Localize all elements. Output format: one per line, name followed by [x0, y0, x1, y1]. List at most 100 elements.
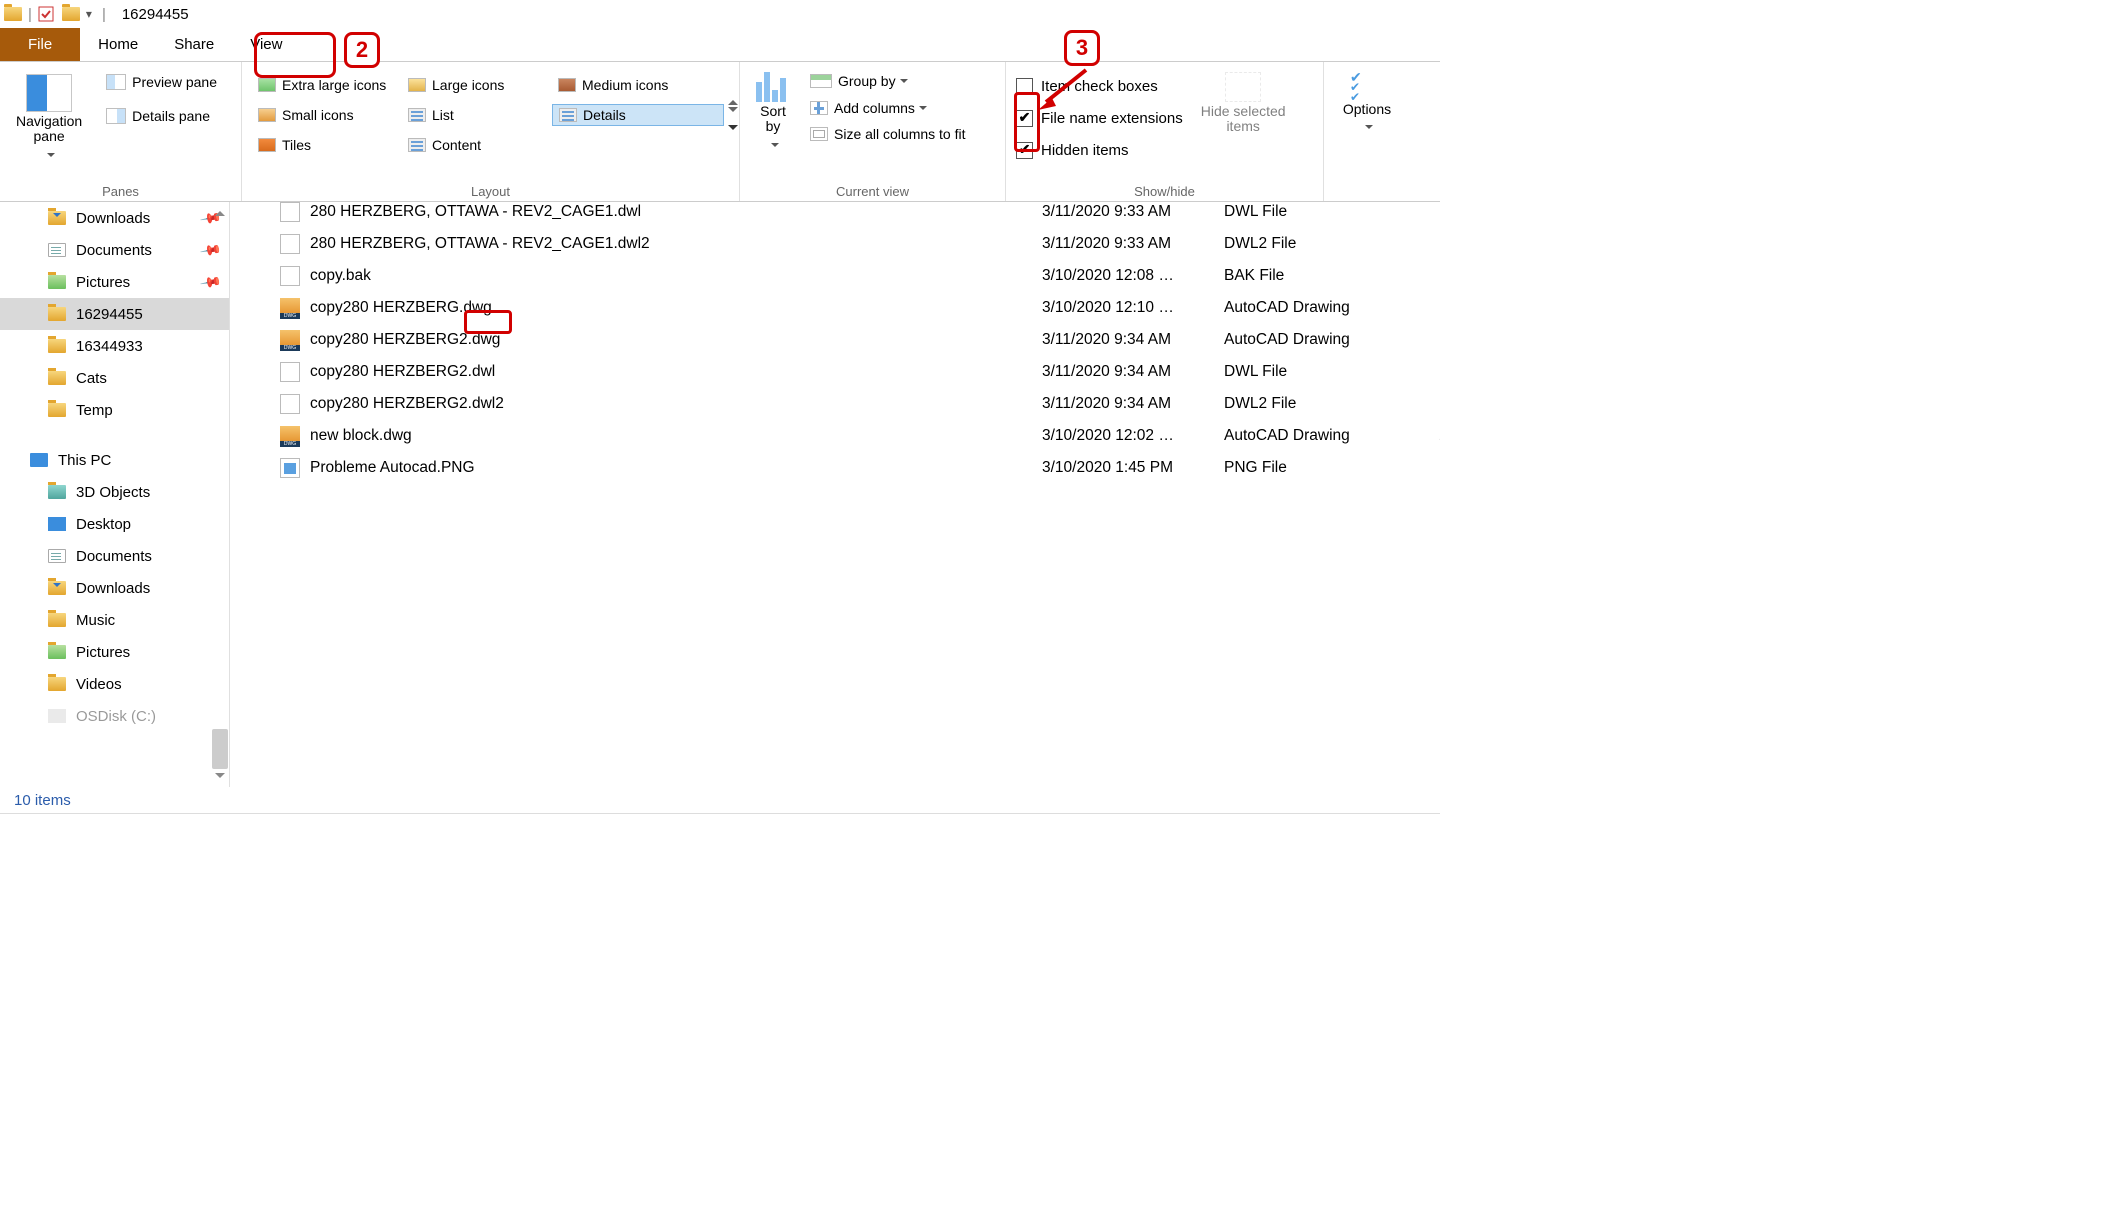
- tab-view[interactable]: View: [232, 28, 300, 61]
- annotation-number-2: 2: [344, 32, 380, 68]
- layout-details[interactable]: Details: [552, 104, 724, 126]
- details-pane-label: Details pane: [132, 108, 210, 124]
- file-list[interactable]: 280 HERZBERG, OTTAWA - REV2_CAGE1.dwl 3/1…: [230, 202, 1440, 787]
- file-date: 3/10/2020 12:10 …: [1042, 299, 1174, 317]
- hide-selected-items-button[interactable]: Hide selected items: [1195, 72, 1292, 135]
- layout-extra-large-icons[interactable]: Extra large icons: [252, 75, 402, 95]
- arrow-up-icon: [728, 95, 738, 105]
- nav-documents[interactable]: Documents📌: [0, 234, 229, 266]
- file-name: 280 HERZBERG, OTTAWA - REV2_CAGE1.dwl: [310, 203, 641, 221]
- options-label: Options: [1343, 102, 1391, 117]
- checkbox-icon: [1016, 78, 1033, 95]
- arrow-up-icon: [215, 206, 225, 216]
- nav-pictures2[interactable]: Pictures: [0, 636, 229, 668]
- file-row[interactable]: copy280 HERZBERG2.dwg3/11/2020 9:34 AMAu…: [230, 324, 1440, 356]
- group-by-icon: [810, 74, 832, 88]
- nav-music[interactable]: Music: [0, 604, 229, 636]
- titlebar-sep: |: [28, 6, 32, 23]
- layout-small-icons[interactable]: Small icons: [252, 105, 402, 125]
- file-type-icon: [280, 234, 300, 254]
- chevron-down-icon: [915, 99, 927, 116]
- file-type-icon: [280, 298, 300, 318]
- folder-icon: [48, 403, 66, 417]
- navigation-pane-label: Navigation pane: [16, 114, 82, 145]
- layout-list[interactable]: List: [402, 105, 552, 125]
- nav-folder-16344933[interactable]: 16344933: [0, 330, 229, 362]
- file-name: new block.dwg: [310, 427, 412, 445]
- file-row[interactable]: 280 HERZBERG, OTTAWA - REV2_CAGE1.dwl23/…: [230, 228, 1440, 260]
- large-icon: [408, 78, 426, 92]
- group-layout: Extra large icons Large icons Medium ico…: [242, 62, 740, 201]
- details-icon: [559, 108, 577, 122]
- nav-desktop[interactable]: Desktop: [0, 508, 229, 540]
- file-size: 74 KB: [1410, 459, 1440, 477]
- file-type: BAK File: [1224, 267, 1284, 285]
- nav-folder-cats[interactable]: Cats: [0, 362, 229, 394]
- file-name: Probleme Autocad.PNG: [310, 459, 475, 477]
- folder-icon: [48, 371, 66, 385]
- folder-icon: [48, 339, 66, 353]
- extra-large-icon: [258, 78, 276, 92]
- details-pane-button[interactable]: Details pane: [106, 108, 217, 124]
- scrollbar-thumb[interactable]: [212, 729, 228, 769]
- file-size: 1 KB: [1410, 203, 1440, 221]
- options-icon: [1350, 72, 1384, 100]
- nav-scrollbar[interactable]: [211, 202, 229, 787]
- hidden-items-toggle[interactable]: Hidden items: [1016, 134, 1183, 166]
- group-current-view: Sort by Group by Add columns Size all co…: [740, 62, 1006, 201]
- file-row[interactable]: copy280 HERZBERG2.dwl3/11/2020 9:34 AMDW…: [230, 356, 1440, 388]
- qat-dropdown-icon[interactable]: ▾: [86, 7, 92, 21]
- music-icon: [48, 613, 66, 627]
- annotation-arrow: [1038, 66, 1096, 110]
- nav-folder-temp[interactable]: Temp: [0, 394, 229, 426]
- file-row[interactable]: Probleme Autocad.PNG3/10/2020 1:45 PMPNG…: [230, 452, 1440, 484]
- file-row[interactable]: new block.dwg3/10/2020 12:02 …AutoCAD Dr…: [230, 420, 1440, 452]
- layout-medium-icons[interactable]: Medium icons: [552, 75, 724, 95]
- file-date: 3/10/2020 1:45 PM: [1042, 459, 1173, 477]
- nav-osdisk[interactable]: OSDisk (C:): [0, 700, 229, 732]
- tab-share[interactable]: Share: [156, 28, 232, 61]
- navigation-pane-button[interactable]: Navigation pane: [10, 74, 88, 162]
- layout-large-icons[interactable]: Large icons: [402, 75, 552, 95]
- file-type-icon: [280, 202, 300, 222]
- file-type: AutoCAD Drawing: [1224, 427, 1350, 445]
- nav-folder-16294455[interactable]: 16294455: [0, 298, 229, 330]
- file-row[interactable]: copy.bak3/10/2020 12:08 …BAK File517 KB: [230, 260, 1440, 292]
- group-options: Options: [1324, 62, 1410, 201]
- file-type: DWL File: [1224, 203, 1287, 221]
- layout-tiles[interactable]: Tiles: [252, 135, 402, 155]
- nav-downloads[interactable]: Downloads📌: [0, 202, 229, 234]
- preview-pane-button[interactable]: Preview pane: [106, 74, 217, 90]
- content-icon: [408, 138, 426, 152]
- file-size: 11,467 KB: [1410, 427, 1440, 445]
- file-row[interactable]: copy280 HERZBERG.dwg3/10/2020 12:10 …Aut…: [230, 292, 1440, 324]
- nav-3d-objects[interactable]: 3D Objects: [0, 476, 229, 508]
- chevron-down-icon: [896, 72, 908, 89]
- nav-videos[interactable]: Videos: [0, 668, 229, 700]
- tab-file[interactable]: File: [0, 28, 80, 61]
- tab-home[interactable]: Home: [80, 28, 156, 61]
- group-by-button[interactable]: Group by: [810, 72, 966, 89]
- nav-downloads2[interactable]: Downloads: [0, 572, 229, 604]
- layout-content[interactable]: Content: [402, 135, 552, 155]
- nav-pictures[interactable]: Pictures📌: [0, 266, 229, 298]
- downloads-icon: [48, 581, 66, 595]
- chevron-down-icon: [43, 147, 55, 162]
- file-date: 3/10/2020 12:08 …: [1042, 267, 1174, 285]
- folder-icon[interactable]: [62, 7, 80, 21]
- details-pane-icon: [106, 108, 126, 124]
- chevron-down-icon: [1361, 119, 1373, 134]
- add-columns-button[interactable]: Add columns: [810, 99, 966, 116]
- file-size: 1 KB: [1410, 363, 1440, 381]
- file-row[interactable]: copy280 HERZBERG2.dwl23/11/2020 9:34 AMD…: [230, 388, 1440, 420]
- nav-documents2[interactable]: Documents: [0, 540, 229, 572]
- sort-by-button[interactable]: Sort by: [750, 72, 796, 152]
- file-row[interactable]: 280 HERZBERG, OTTAWA - REV2_CAGE1.dwl3/1…: [230, 196, 1440, 228]
- file-type-icon: [280, 426, 300, 446]
- file-date: 3/11/2020 9:34 AM: [1042, 395, 1171, 413]
- properties-icon[interactable]: [38, 6, 54, 22]
- nav-this-pc[interactable]: This PC: [0, 444, 229, 476]
- options-button[interactable]: Options: [1334, 72, 1400, 135]
- size-all-columns-button[interactable]: Size all columns to fit: [810, 126, 966, 142]
- checkbox-checked-icon: [1016, 142, 1033, 159]
